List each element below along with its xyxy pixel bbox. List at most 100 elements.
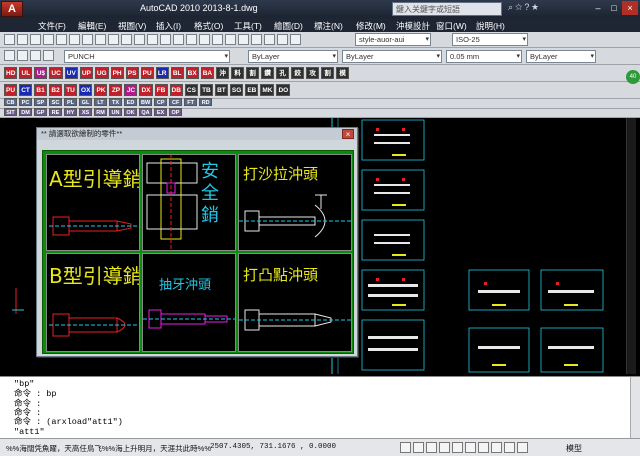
polar-icon[interactable] [439, 442, 450, 453]
menu-format[interactable]: 格式(O) [194, 20, 223, 32]
color-select[interactable]: ByLayer [248, 50, 338, 63]
custom-tool-button[interactable]: EX [154, 108, 167, 116]
plot-style-select[interactable]: ByLayer [526, 50, 596, 63]
custom-tool-button[interactable]: EB [245, 84, 259, 96]
menu-edit[interactable]: 編輯(E) [78, 20, 106, 32]
custom-tool-button[interactable]: BX [185, 67, 199, 79]
custom-tool-button[interactable]: QA [139, 108, 152, 116]
custom-tool-button[interactable]: BW [139, 98, 153, 106]
custom-tool-button[interactable]: HY [64, 108, 77, 116]
custom-tool-button[interactable]: SC [49, 98, 62, 106]
custom-tool-button[interactable]: HD [4, 67, 18, 79]
part-option-a-guide-pin[interactable]: A型引導銷 [46, 154, 140, 251]
dyn-icon[interactable] [491, 442, 502, 453]
menu-tools[interactable]: 工具(T) [234, 20, 262, 32]
custom-tool-button[interactable]: 割 [246, 67, 260, 79]
custom-tool-button[interactable]: PS [125, 67, 139, 79]
grid-icon[interactable] [413, 442, 424, 453]
custom-tool-button[interactable]: CB [4, 98, 17, 106]
custom-tool-button[interactable]: XS [79, 108, 92, 116]
custom-tool-button[interactable]: 鑽 [261, 67, 275, 79]
properties-icon[interactable] [212, 34, 223, 45]
cut-icon[interactable] [82, 34, 93, 45]
custom-tool-button[interactable]: B2 [49, 84, 63, 96]
lineweight-select[interactable]: 0.05 mm [446, 50, 522, 63]
custom-tool-button[interactable]: DO [276, 84, 291, 96]
comm-center-icon[interactable]: ☆ [515, 2, 524, 12]
custom-tool-button[interactable]: BA [200, 67, 215, 79]
star-icon[interactable]: ★ [531, 2, 540, 12]
part-option-b-guide-pin[interactable]: B型引導銷 [46, 253, 140, 352]
application-menu-button[interactable]: A [1, 1, 23, 17]
menu-file[interactable]: 文件(F) [38, 20, 66, 32]
text-style-select[interactable]: style-auor-aui [355, 33, 431, 46]
custom-tool-button[interactable]: RE [49, 108, 62, 116]
command-prompt-line[interactable]: "att1" [14, 427, 45, 437]
custom-tool-button[interactable]: PH [110, 67, 124, 79]
custom-tool-button[interactable]: ZP [109, 84, 123, 96]
custom-tool-button[interactable]: UP [79, 67, 93, 79]
copy-icon[interactable] [95, 34, 106, 45]
custom-tool-button[interactable]: JC [124, 84, 138, 96]
custom-tool-button[interactable]: DM [19, 108, 32, 116]
custom-tool-button[interactable]: 孔 [276, 67, 290, 79]
undo-icon[interactable] [134, 34, 145, 45]
custom-tool-button[interactable]: CP [154, 98, 168, 106]
custom-tool-button[interactable]: 攻 [306, 67, 320, 79]
custom-tool-button[interactable]: PK [94, 84, 108, 96]
linetype-select[interactable]: ByLayer [342, 50, 442, 63]
custom-tool-button[interactable]: UN [109, 108, 122, 116]
part-option-safety-pin[interactable]: 安全銷 [142, 154, 236, 251]
sheet-set-icon[interactable] [251, 34, 262, 45]
custom-tool-button[interactable]: 模 [336, 67, 350, 79]
custom-tool-button[interactable]: LT [94, 98, 107, 106]
custom-tool-button[interactable]: 料 [231, 67, 245, 79]
custom-tool-button[interactable]: UL [19, 67, 33, 79]
help-icon[interactable] [290, 34, 301, 45]
layer-manager-icon[interactable] [4, 50, 15, 61]
markup-icon[interactable] [264, 34, 275, 45]
match-icon[interactable] [121, 34, 132, 45]
custom-tool-button[interactable]: TB [199, 84, 213, 96]
command-scrollbar[interactable] [630, 377, 640, 439]
sun-icon[interactable] [30, 50, 41, 61]
maximize-button[interactable]: □ [606, 1, 622, 15]
menu-modify[interactable]: 修改(M) [356, 20, 386, 32]
custom-tool-button[interactable]: 鉸 [291, 67, 305, 79]
paste-icon[interactable] [108, 34, 119, 45]
save-icon[interactable] [30, 34, 41, 45]
menu-view[interactable]: 視圖(V) [118, 20, 146, 32]
custom-tool-button[interactable]: B1 [34, 84, 48, 96]
osnap-icon[interactable] [452, 442, 463, 453]
zoom-previous-icon[interactable] [199, 34, 210, 45]
custom-tool-button[interactable]: CT [19, 84, 33, 96]
part-option-tapping-punch[interactable]: 抽牙沖頭 [142, 253, 236, 352]
custom-tool-button[interactable]: TU [64, 84, 78, 96]
layer-select[interactable]: PUNCH [64, 50, 230, 63]
lightbulb-icon[interactable] [17, 50, 28, 61]
close-button[interactable]: × [622, 1, 638, 15]
design-center-icon[interactable] [225, 34, 236, 45]
custom-tool-button[interactable]: 沖 [216, 67, 230, 79]
pan-icon[interactable] [160, 34, 171, 45]
custom-tool-button[interactable]: PU [140, 67, 154, 79]
custom-tool-button[interactable]: SIT [4, 108, 17, 116]
custom-tool-button[interactable]: TX [109, 98, 122, 106]
custom-tool-button[interactable]: UG [94, 67, 109, 79]
custom-tool-button[interactable]: LR [155, 67, 169, 79]
custom-tool-button[interactable]: SP [34, 98, 47, 106]
custom-tool-button[interactable]: SG [229, 84, 244, 96]
custom-tool-button[interactable]: GP [34, 108, 47, 116]
print-icon[interactable] [43, 34, 54, 45]
custom-tool-button[interactable]: U$ [34, 67, 48, 79]
custom-tool-button[interactable]: PL [64, 98, 77, 106]
menu-insert[interactable]: 插入(I) [156, 20, 181, 32]
minimize-button[interactable]: – [590, 1, 606, 15]
custom-tool-button[interactable]: UV [64, 67, 78, 79]
calc-icon[interactable] [277, 34, 288, 45]
otrack-icon[interactable] [465, 442, 476, 453]
custom-tool-button[interactable]: OX [79, 84, 93, 96]
lineweight-icon[interactable] [504, 442, 515, 453]
custom-tool-button[interactable]: DB [169, 84, 183, 96]
custom-tool-button[interactable]: PU [4, 84, 18, 96]
